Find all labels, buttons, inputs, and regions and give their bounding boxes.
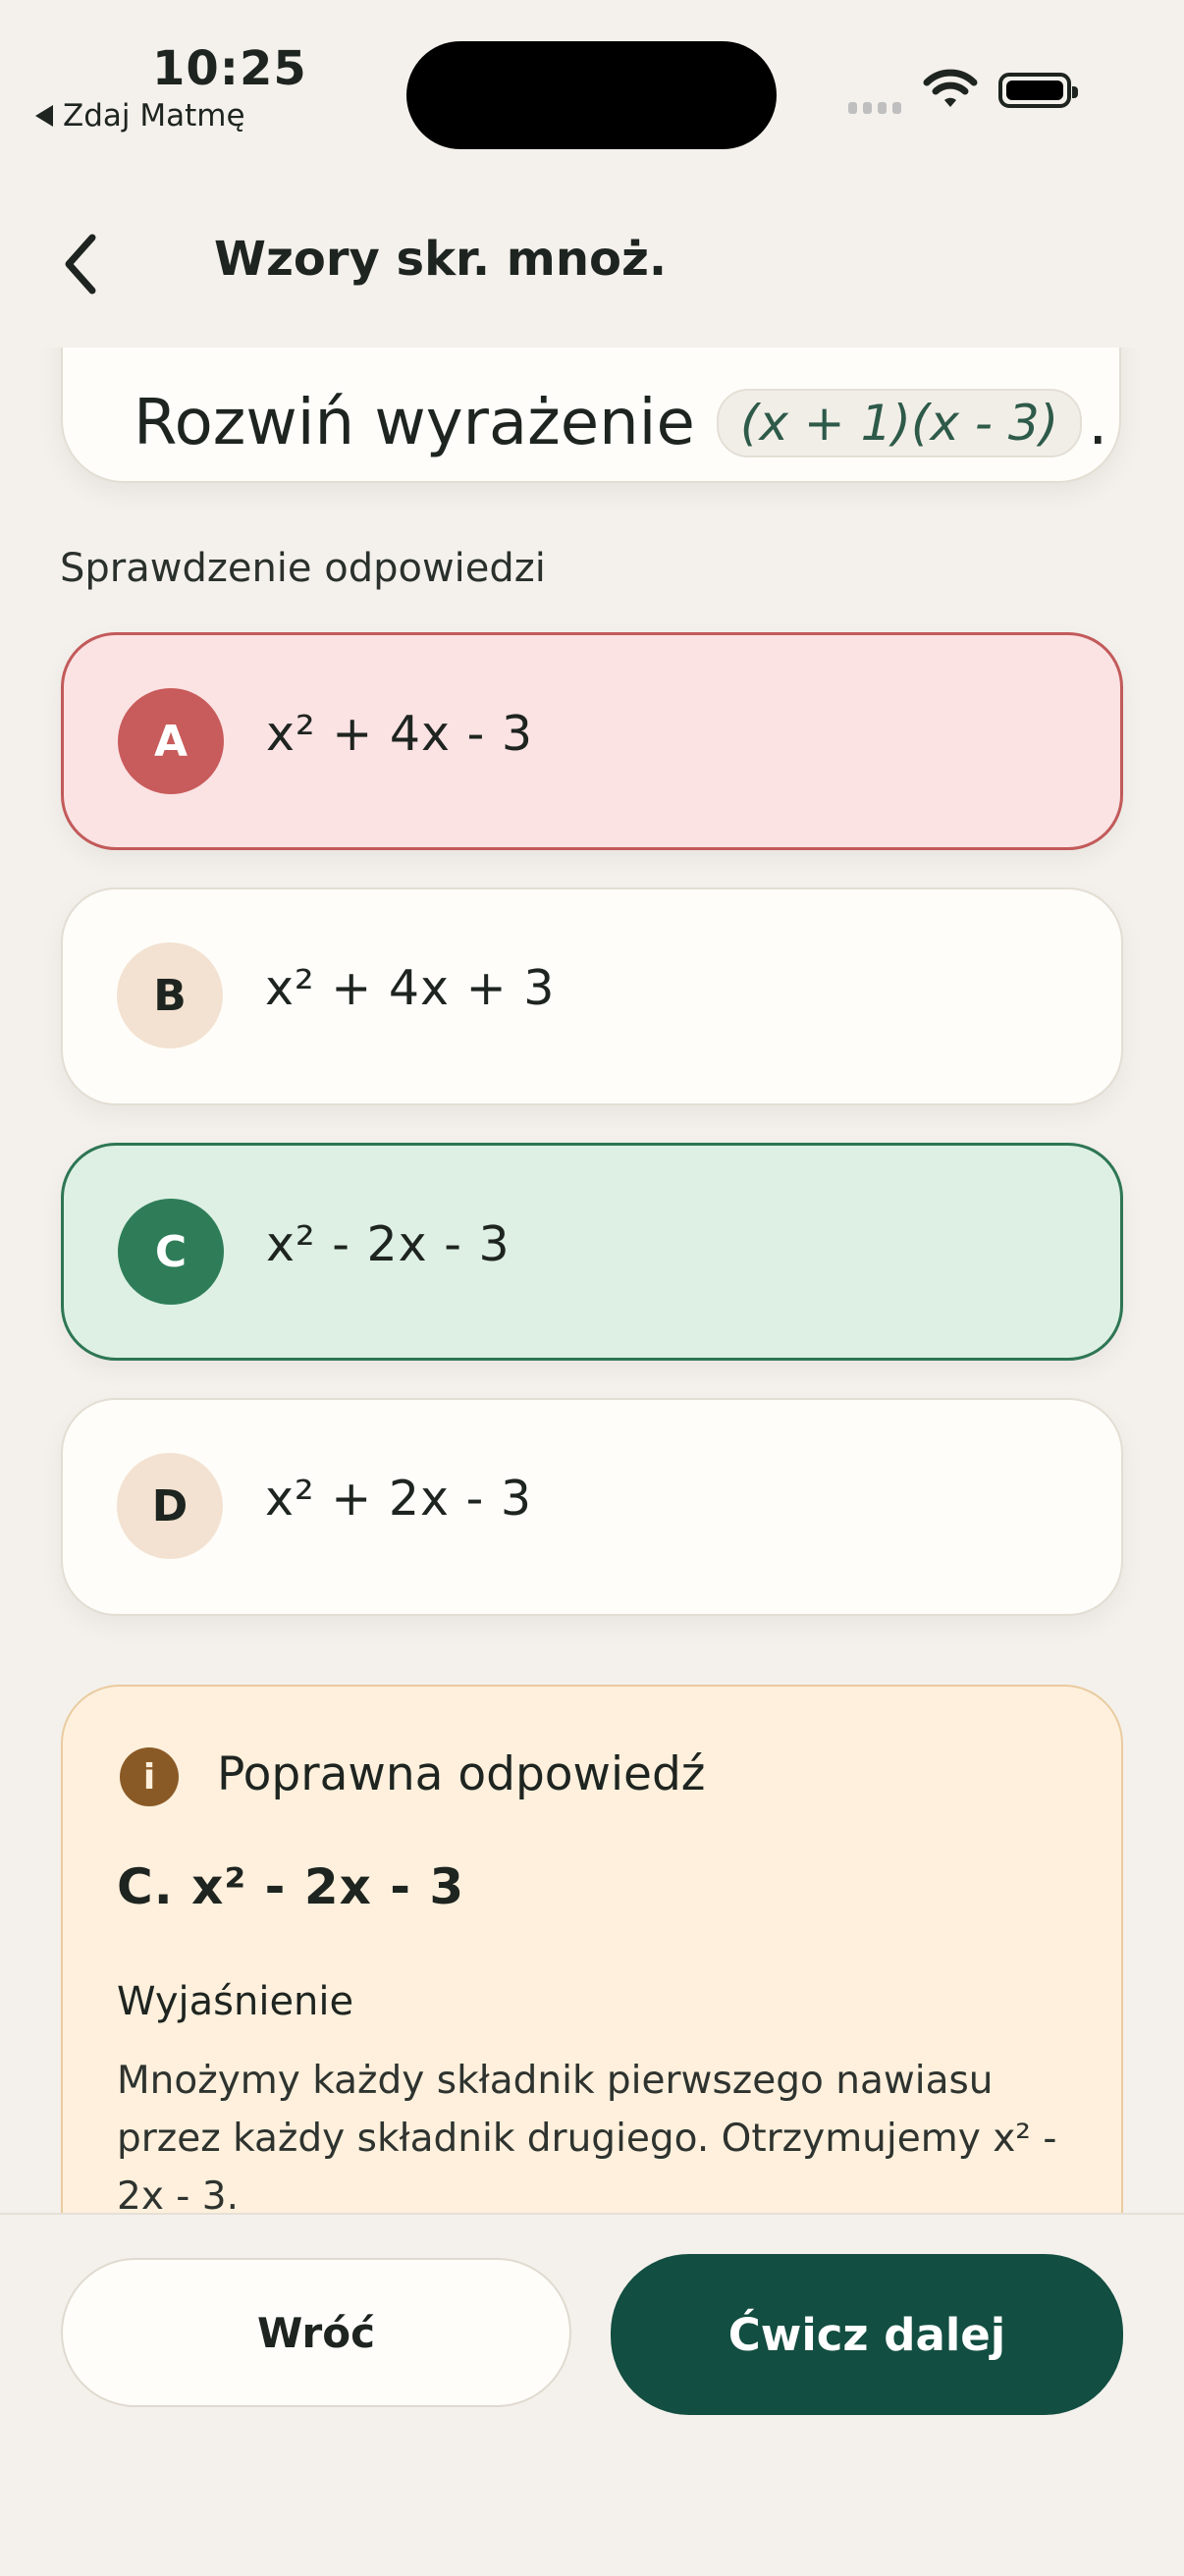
chevron-left-icon [65,234,96,295]
explanation-text: Mnożymy każdy składnik pierwszego nawias… [117,2059,1057,2213]
question-text: Rozwiń wyrażenie (x + 1)(x - 3) . [134,387,1108,459]
page-title: Wzory skr. mnoż. [214,232,668,287]
question-expression: (x + 1)(x - 3) [716,389,1083,457]
option-c[interactable]: C x² - 2x - 3 [61,1143,1123,1361]
wifi-icon [923,69,978,114]
option-text: x² + 4x + 3 [265,960,556,1016]
back-button[interactable]: Wróć [61,2258,571,2407]
feedback-heading: Poprawna odpowiedź [217,1747,706,1801]
option-d[interactable]: D x² + 2x - 3 [61,1398,1123,1616]
option-letter-badge: B [117,942,223,1048]
battery-icon [998,73,1078,108]
info-icon: i [120,1747,179,1806]
question-suffix: . [1088,387,1108,459]
option-letter-badge: A [118,688,224,794]
option-text: x² - 2x - 3 [266,1216,511,1272]
option-a[interactable]: A x² + 4x - 3 [61,632,1123,850]
question-prefix: Rozwiń wyrażenie [134,387,695,459]
dynamic-island [406,41,777,149]
option-text: x² + 4x - 3 [266,706,534,762]
feedback-card: i Poprawna odpowiedź C. x² - 2x - 3 Wyja… [61,1685,1123,2213]
option-letter-badge: C [118,1199,224,1305]
nav-back-button[interactable] [57,230,106,298]
option-text: x² + 2x - 3 [265,1471,533,1527]
status-time: 10:25 [152,41,307,96]
option-letter-badge: D [117,1453,223,1559]
question-card: Rozwiń wyrażenie (x + 1)(x - 3) . [61,348,1121,483]
back-triangle-icon [35,105,53,127]
cellular-signal-icon [848,102,901,114]
continue-practice-button[interactable]: Ćwicz dalej [611,2254,1123,2415]
back-to-app-link[interactable]: Zdaj Matmę [35,98,245,134]
bottom-action-bar: Wróć Ćwicz dalej [0,2213,1184,2576]
content-scroll[interactable]: Rozwiń wyrażenie (x + 1)(x - 3) . Sprawd… [0,348,1184,2213]
back-app-label: Zdaj Matmę [63,98,245,134]
correct-answer: C. x² - 2x - 3 [117,1858,465,1915]
option-b[interactable]: B x² + 4x + 3 [61,887,1123,1105]
section-label: Sprawdzenie odpowiedzi [60,546,546,591]
explanation-label: Wyjaśnienie [117,1979,354,2024]
